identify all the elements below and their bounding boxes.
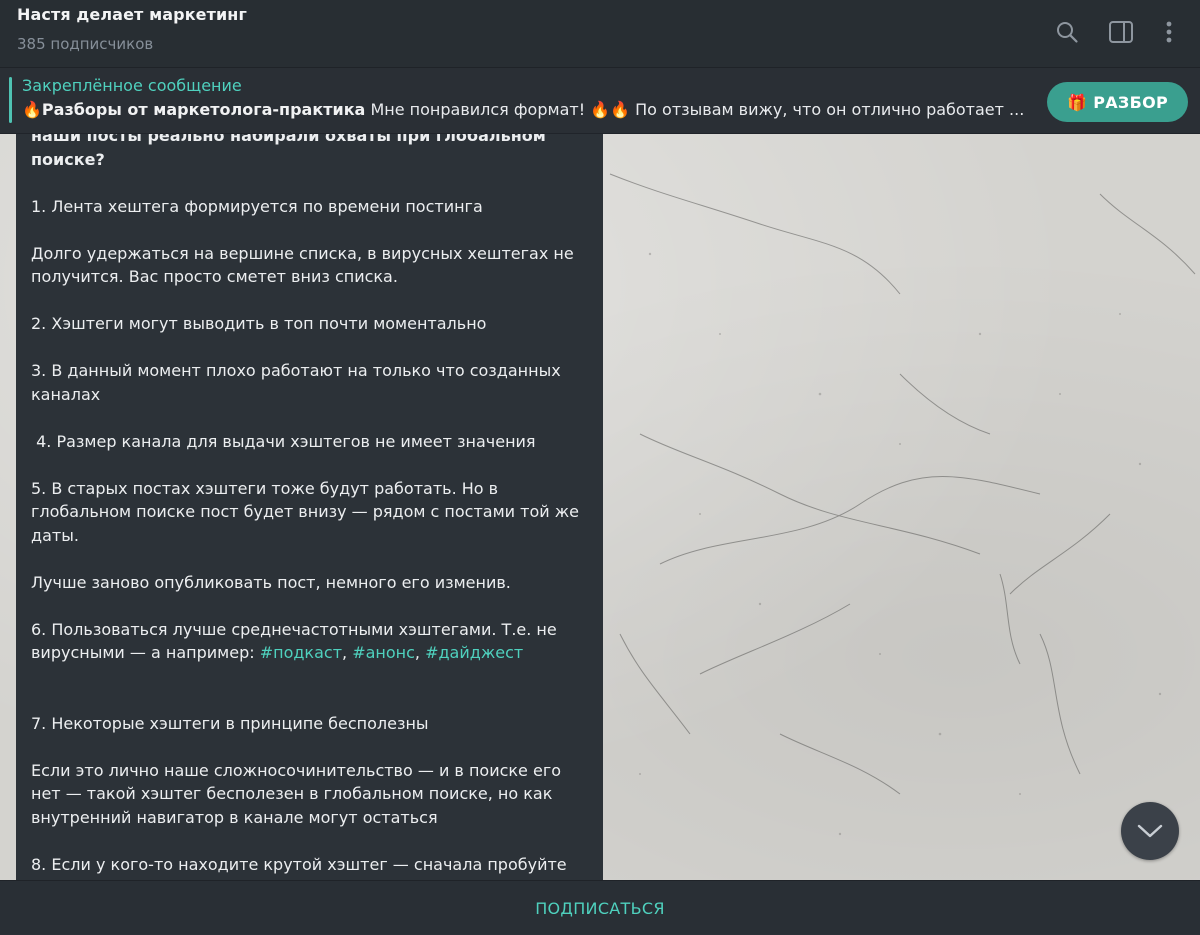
pinned-message-bar[interactable]: Закреплённое сообщение 🔥Разборы от марке… (0, 68, 1200, 134)
message-paragraph-1: 1. Лента хештега формируется по времени … (31, 196, 483, 216)
pinned-preview[interactable]: 🔥Разборы от маркетолога-практика Мне пон… (22, 100, 1032, 119)
more-vertical-icon[interactable] (1155, 18, 1183, 46)
pinned-indicator (9, 77, 12, 123)
hashtag-link[interactable]: #дайджест (425, 643, 523, 662)
message-paragraph-7: Лучше заново опубликовать пост, немного … (31, 572, 511, 592)
message-text: наши посты реально набирали охваты при г… (31, 134, 591, 876)
subscriber-count: 385 подписчиков (17, 35, 154, 53)
hashtag-link[interactable]: #подкаст (260, 643, 342, 662)
pinned-bold-title: Разборы от маркетолога-практика (41, 100, 366, 119)
message-paragraph-6: 5. В старых постах хэштеги тоже будут ра… (31, 478, 579, 545)
bottom-bar: ПОДПИСАТЬСЯ (0, 880, 1200, 934)
pinned-rest-text: Мне понравился формат! 🔥🔥 По отзывам виж… (365, 100, 1025, 119)
message-paragraph-3: 2. Хэштеги могут выводить в топ почти мо… (31, 314, 487, 333)
message-paragraph-2: Долго удержаться на вершине списка, в ви… (31, 243, 574, 287)
pinned-label: Закреплённое сообщение (22, 76, 242, 95)
message-paragraph-4: 3. В данный момент плохо работают на тол… (31, 361, 561, 404)
message-paragraph-8: 6. Пользоваться лучше среднечастотными х… (31, 618, 591, 665)
message-heading-line-2: поиске? (31, 149, 105, 169)
message-paragraph-9: 7. Некоторые хэштеги в принципе бесполез… (31, 713, 429, 733)
message-paragraph-5: 4. Размер канала для выдачи хэштегов не … (31, 431, 536, 451)
gift-icon: 🎁 (1066, 92, 1088, 112)
hashtag-link[interactable]: #анонс (352, 643, 415, 662)
message-paragraph-11: 8. Если у кого-то находите крутой хэштег… (31, 854, 567, 874)
chevron-down-icon (1137, 824, 1163, 838)
subscribe-button[interactable]: ПОДПИСАТЬСЯ (0, 881, 1200, 935)
tag-separator: , (414, 643, 426, 662)
message-heading-line-1: наши посты реально набирали охваты при г… (31, 134, 546, 145)
message-paragraph-10: Если это лично наше сложносочинительство… (31, 760, 562, 827)
razbor-button-label: РАЗБОР (1093, 92, 1169, 112)
channel-title[interactable]: Настя делает маркетинг (17, 5, 247, 24)
scroll-down-button[interactable] (1121, 802, 1179, 860)
razbor-button[interactable]: 🎁 РАЗБОР (1047, 82, 1188, 122)
chat-area[interactable]: наши посты реально набирали охваты при г… (0, 134, 1200, 880)
fire-emoji: 🔥 (22, 100, 42, 119)
chat-header: Настя делает маркетинг 385 подписчиков (0, 0, 1200, 68)
search-icon[interactable] (1053, 18, 1081, 46)
sidebar-toggle-icon[interactable] (1107, 18, 1135, 46)
tag-separator: , (342, 643, 353, 662)
